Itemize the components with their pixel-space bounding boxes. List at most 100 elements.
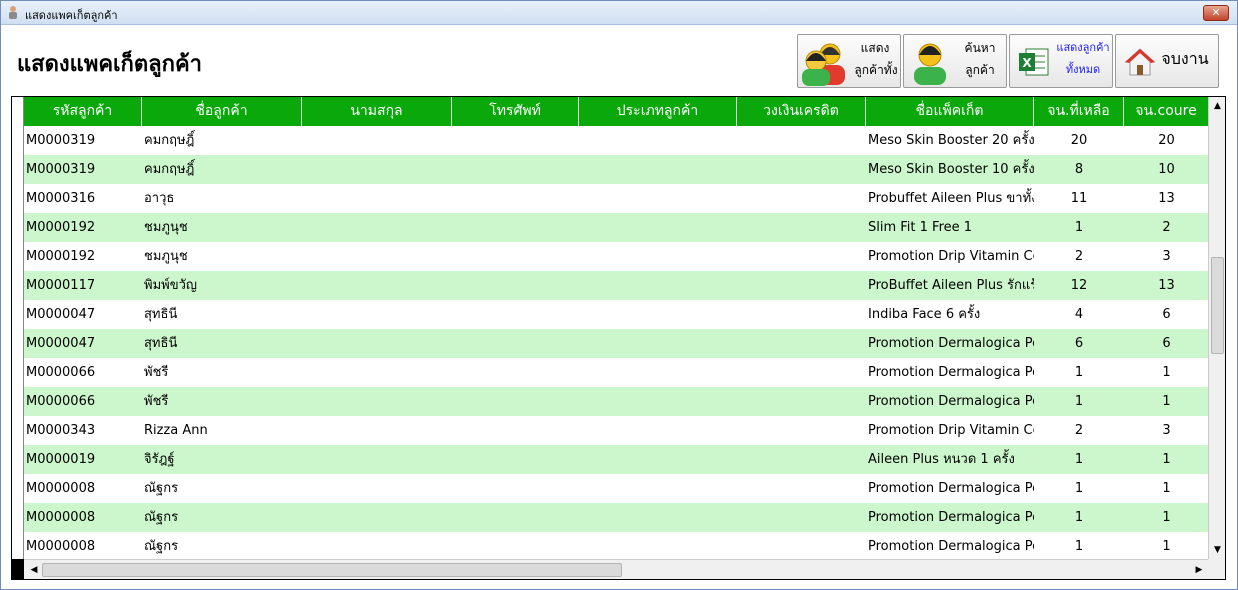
column-header-customer-id[interactable]: รหัสลูกค้า bbox=[24, 97, 142, 126]
grid-header: รหัสลูกค้า ชื่อลูกค้า นามสกุล โทรศัพท์ ประเภ… bbox=[24, 97, 1209, 126]
table-row[interactable]: M0000319 คมกฤษฎิ์ Meso Skin Booster 20 ครั… bbox=[24, 126, 1209, 155]
cell-credit-limit bbox=[739, 474, 866, 503]
scroll-left-icon[interactable]: ◀ bbox=[26, 562, 42, 578]
table-row[interactable]: M0000047 สุทธินี Promotion Dermalogica Pe 6… bbox=[24, 329, 1209, 358]
table-row[interactable]: M0000008 ณัฐกร Promotion Dermalogica Pe 1 1 bbox=[24, 474, 1209, 503]
table-row[interactable]: M0000319 คมกฤษฎิ์ Meso Skin Booster 10 ครั… bbox=[24, 155, 1209, 184]
cell-credit-limit bbox=[739, 155, 866, 184]
cell-credit-limit bbox=[739, 532, 866, 559]
cell-credit-limit bbox=[739, 184, 866, 213]
cell-customer-name: พัชรี bbox=[144, 394, 169, 409]
cell-customer-type bbox=[581, 155, 737, 184]
cell-phone bbox=[454, 532, 579, 559]
cell-credit-limit bbox=[739, 271, 866, 300]
cell-customer-name: ชมภูนุช bbox=[144, 220, 188, 235]
cell-customer-name: ณัฐกร bbox=[144, 539, 179, 554]
show-all-label-2: ลูกค้าทั้ง bbox=[854, 63, 898, 77]
cell-customer-type bbox=[581, 213, 737, 242]
cell-phone bbox=[454, 271, 579, 300]
cell-remaining: 8 bbox=[1074, 162, 1084, 177]
cell-package-name: Promotion Dermalogica Pe bbox=[868, 336, 1034, 351]
table-row[interactable]: M0000047 สุทธินี Indiba Face 6 ครั้ง 4 6 bbox=[24, 300, 1209, 329]
cell-customer-id: M0000319 bbox=[26, 133, 96, 148]
scroll-up-icon[interactable]: ▲ bbox=[1210, 98, 1225, 114]
cell-customer-type bbox=[581, 300, 737, 329]
table-row[interactable]: M0000008 ณัฐกร Promotion Dermalogica Pe 1 1 bbox=[24, 503, 1209, 532]
cell-customer-id: M0000066 bbox=[26, 365, 96, 380]
cell-phone bbox=[454, 445, 579, 474]
cell-remaining: 1 bbox=[1074, 510, 1084, 525]
table-row[interactable]: M0000192 ชมภูนุช Promotion Drip Vitamin Co… bbox=[24, 242, 1209, 271]
exit-label: จบงาน bbox=[1161, 49, 1209, 68]
search-label-1: ค้นหา bbox=[964, 41, 996, 55]
table-row[interactable]: M0000117 พิมพ์ขวัญ ProBuffet Aileen Plus ร… bbox=[24, 271, 1209, 300]
cell-customer-type bbox=[581, 126, 737, 155]
column-header-customer-name[interactable]: ชื่อลูกค้า bbox=[142, 97, 302, 126]
horizontal-scrollbar[interactable]: ◀ ▶ bbox=[24, 559, 1209, 579]
scroll-down-icon[interactable]: ▼ bbox=[1210, 542, 1225, 558]
cell-last-name bbox=[304, 474, 452, 503]
cell-last-name bbox=[304, 126, 452, 155]
cell-phone bbox=[454, 300, 579, 329]
cell-credit-limit bbox=[739, 213, 866, 242]
column-header-phone[interactable]: โทรศัพท์ bbox=[452, 97, 579, 126]
cell-course: 20 bbox=[1158, 133, 1175, 148]
cell-credit-limit bbox=[739, 242, 866, 271]
column-header-last-name[interactable]: นามสกุล bbox=[302, 97, 452, 126]
horizontal-scroll-thumb[interactable] bbox=[42, 563, 622, 577]
export-excel-button[interactable]: X แสดงลูกค้า ทั้งหมด bbox=[1009, 34, 1113, 88]
table-row[interactable]: M0000343 Rizza Ann Promotion Drip Vitamin … bbox=[24, 416, 1209, 445]
cell-last-name bbox=[304, 503, 452, 532]
table-row[interactable]: M0000019 จิรัฎฐ์ Aileen Plus หนวด 1 ครั้ง 1… bbox=[24, 445, 1209, 474]
cell-last-name bbox=[304, 329, 452, 358]
cell-course: 3 bbox=[1162, 249, 1171, 264]
cell-last-name bbox=[304, 387, 452, 416]
cell-package-name: Promotion Dermalogica Pe bbox=[868, 481, 1034, 496]
cell-course: 1 bbox=[1162, 365, 1171, 380]
cell-remaining: 1 bbox=[1074, 452, 1084, 467]
table-row[interactable]: M0000316 อาวุธ Probuffet Aileen Plus ขาทั้… bbox=[24, 184, 1209, 213]
cell-customer-id: M0000343 bbox=[26, 423, 96, 438]
table-row[interactable]: M0000008 ณัฐกร Promotion Dermalogica Pe 1 1 bbox=[24, 532, 1209, 559]
vertical-scroll-thumb[interactable] bbox=[1211, 257, 1224, 354]
table-row[interactable]: M0000192 ชมภูนุช Slim Fit 1 Free 1 1 2 bbox=[24, 213, 1209, 242]
cell-course: 1 bbox=[1162, 394, 1171, 409]
cell-course: 3 bbox=[1162, 423, 1171, 438]
cell-last-name bbox=[304, 358, 452, 387]
cell-customer-id: M0000319 bbox=[26, 162, 96, 177]
cell-customer-type bbox=[581, 184, 737, 213]
row-selector-strip bbox=[12, 97, 24, 559]
cell-customer-id: M0000316 bbox=[26, 191, 96, 206]
cell-customer-name: อาวุธ bbox=[144, 191, 175, 206]
cell-phone bbox=[454, 242, 579, 271]
search-customer-button[interactable]: ค้นหา ลูกค้า bbox=[903, 34, 1007, 88]
table-row[interactable]: M0000066 พัชรี Promotion Dermalogica Pe 1 1 bbox=[24, 387, 1209, 416]
column-header-customer-type[interactable]: ประเภทลูกค้า bbox=[579, 97, 737, 126]
excel-label-1: แสดงลูกค้า bbox=[1056, 41, 1110, 54]
column-header-package-name[interactable]: ชื่อแพ็คเก็ต bbox=[866, 97, 1034, 126]
column-header-course[interactable]: จน.coure bbox=[1124, 97, 1209, 126]
cell-customer-name: พิมพ์ขวัญ bbox=[144, 278, 197, 293]
cell-phone bbox=[454, 474, 579, 503]
vertical-scrollbar[interactable]: ▲ ▼ bbox=[1208, 97, 1225, 559]
scroll-right-icon[interactable]: ▶ bbox=[1191, 562, 1207, 578]
exit-button[interactable]: จบงาน bbox=[1115, 34, 1219, 88]
cell-customer-type bbox=[581, 358, 737, 387]
cell-customer-type bbox=[581, 387, 737, 416]
customers-group-icon bbox=[802, 43, 845, 86]
column-header-credit-limit[interactable]: วงเงินเครดิต bbox=[737, 97, 866, 126]
cell-course: 1 bbox=[1162, 510, 1171, 525]
cell-customer-name: ณัฐกร bbox=[144, 510, 179, 525]
table-row[interactable]: M0000066 พัชรี Promotion Dermalogica Pe 1 1 bbox=[24, 358, 1209, 387]
cell-remaining: 1 bbox=[1074, 539, 1084, 554]
cell-credit-limit bbox=[739, 358, 866, 387]
column-header-remaining[interactable]: จน.ที่เหลือ bbox=[1034, 97, 1124, 126]
close-button[interactable]: ✕ bbox=[1203, 5, 1229, 21]
cell-customer-name: ชมภูนุช bbox=[144, 249, 188, 264]
app-icon bbox=[9, 6, 17, 19]
show-all-customers-button[interactable]: แสดง ลูกค้าทั้ง bbox=[797, 34, 901, 88]
cell-remaining: 11 bbox=[1070, 191, 1088, 206]
cell-remaining: 1 bbox=[1074, 220, 1084, 235]
customer-icon bbox=[914, 43, 946, 85]
cell-customer-id: M0000008 bbox=[26, 539, 96, 554]
